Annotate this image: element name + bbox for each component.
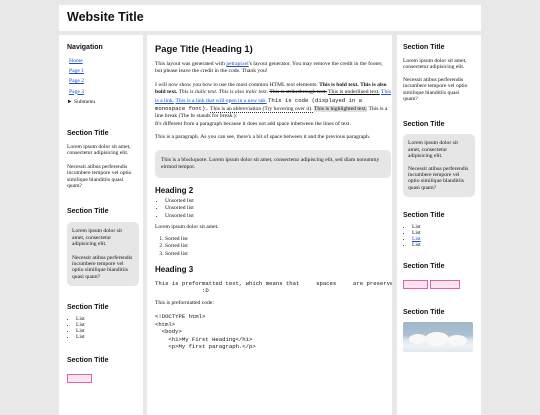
section-title: Section Title [67, 208, 109, 216]
nav-item-page-3: Page 3 [69, 89, 139, 95]
list-item: Unsorted list [165, 205, 391, 213]
paragraph: This is a paragraph. As you can see, the… [155, 134, 371, 141]
section-title: Section Title [67, 129, 109, 137]
section-text: Lorem ipsum dolor sit amet, consectetur … [67, 143, 131, 157]
nav-link-page-1[interactable]: Page 1 [69, 68, 84, 74]
preformatted-text: This is preformatted text, which means t… [155, 279, 392, 287]
section-title: Section Title [403, 212, 445, 220]
site-title: Website Title [67, 10, 144, 24]
lorem-text: Lorem ipsum dolor sit amet. [155, 224, 219, 231]
linebreak-text: It's different from a paragraph because … [155, 120, 351, 127]
section-title: Section Title [403, 263, 445, 271]
section-box: Lorem ipsum dolor sit amet, consectetur … [67, 222, 139, 287]
code-label: This is preformatted code: [155, 299, 214, 306]
list-item: Sorted list [165, 243, 391, 251]
section-list: List List List List [67, 316, 139, 340]
sorted-list: Sorted list Sorted list Sorted list [155, 236, 391, 259]
section-text: Lorem ipsum dolor sit amet, consectetur … [72, 228, 122, 248]
page-title: Page Title (Heading 1) [155, 43, 253, 54]
intro-text: This layout was generated with [155, 61, 227, 67]
section-text: Necessit atibus perferendis incumbere te… [403, 76, 468, 103]
section-text: Necessit atibus perferendis incumbere te… [67, 163, 132, 189]
list-item: Sorted list [165, 236, 391, 244]
new-tab-link[interactable]: This is a link that will open in a new t… [175, 98, 266, 104]
nav-item-page-2: Page 2 [69, 78, 139, 84]
elements-lead: I will now show you how to use the most … [155, 81, 320, 88]
left-sidebar: Navigation Home Page 1 Page 2 Page 3 ► S… [59, 35, 143, 415]
code-block: <!DOCTYPE html> <html> <body> <h1>My Fir… [155, 313, 391, 351]
abbreviation[interactable]: This is an abbreviation (Try hovering ov… [210, 106, 313, 114]
section-text: Lorem ipsum dolor sit amet, consectetur … [408, 140, 458, 160]
italic-text: This is italic text. [178, 89, 218, 96]
nav-heading: Navigation [67, 44, 103, 51]
blockquote: This is a blockquote. Lorem ipsum dolor … [155, 149, 391, 178]
italic-text: This is also italic text. [218, 89, 268, 96]
code-line: <html> [155, 320, 176, 328]
section-text: Lorem ipsum dolor sit amet, consectetur … [403, 58, 467, 71]
button-badges [403, 276, 475, 294]
button-badge[interactable] [67, 374, 92, 384]
section-title: Section Title [403, 44, 445, 51]
preformatted-text: :D [155, 286, 209, 294]
section-title: Section Title [403, 309, 445, 317]
nav-link-page-3[interactable]: Page 3 [69, 89, 84, 95]
heading-3: Heading 3 [155, 264, 194, 274]
site-header: Website Title [59, 5, 481, 31]
highlighted-text: This is highlighted text. [313, 106, 368, 113]
list-link[interactable]: List [412, 236, 421, 242]
list-item: Sorted list [165, 251, 391, 259]
nav-link-page-2[interactable]: Page 2 [69, 78, 84, 84]
nav-list: Home Page 1 Page 2 Page 3 ► Submenu [67, 58, 139, 105]
code-line: <p>My first paragraph.</p> [155, 343, 256, 351]
section-list: List List List List [403, 224, 475, 248]
nav-item-home: Home [69, 58, 139, 64]
heading-2: Heading 2 [155, 185, 194, 195]
code-line: <body> [155, 328, 182, 336]
button-badge[interactable] [430, 280, 460, 290]
unsorted-list: Unsorted list Unsorted list Unsorted lis… [155, 198, 391, 221]
list-item: Unsorted list [165, 213, 391, 221]
code-line: <h1>My First Heading</h1> [155, 335, 253, 343]
code-line: <!DOCTYPE html> [155, 313, 206, 321]
section-text: Necessit atibus perferendis incumbere te… [72, 254, 133, 280]
submenu-label: Submenu [73, 98, 96, 105]
nav-item-submenu[interactable]: ► Submenu [67, 99, 139, 105]
section-title: Section Title [403, 121, 445, 129]
strikethrough-text: This is strikethrough text. [269, 89, 327, 96]
nav-item-page-1: Page 1 [69, 68, 139, 74]
bold-text: This is bold text. [319, 81, 359, 88]
section-title: Section Title [67, 357, 109, 365]
credit-link[interactable]: petrapixel [226, 61, 248, 67]
button-badge[interactable] [403, 280, 428, 290]
elements-paragraph: I will now show you how to use the most … [155, 82, 391, 128]
section-title: Section Title [67, 304, 109, 312]
nav-link-home[interactable]: Home [69, 58, 83, 64]
list-item: Unsorted list [165, 198, 391, 206]
main-content: Page Title (Heading 1) This layout was g… [147, 35, 392, 415]
underlined-text: This is underlined text. [328, 89, 380, 96]
section-box: Lorem ipsum dolor sit amet, consectetur … [403, 134, 475, 198]
triangle-right-icon: ► [67, 98, 73, 105]
section-text: Necessit atibus perferendis incumbere te… [408, 165, 469, 191]
intro-paragraph: This layout was generated with petrapixe… [155, 61, 391, 76]
right-sidebar: Section Title Lorem ipsum dolor sit amet… [397, 35, 481, 415]
sidebar-image [403, 322, 473, 353]
